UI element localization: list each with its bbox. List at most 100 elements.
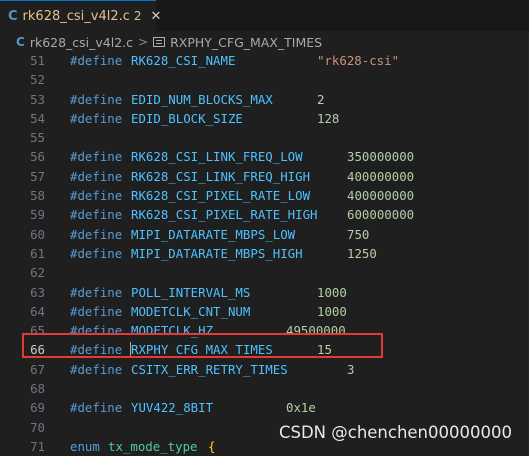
keyword: #define: [70, 53, 123, 68]
line-number: 55: [30, 130, 45, 146]
macro-name: EDID_BLOCK_SIZE: [131, 110, 243, 126]
code-line[interactable]: 53 #define EDID_NUM_BLOCKS_MAX 2: [0, 90, 529, 109]
c-language-icon: C: [8, 8, 18, 24]
line-number: 52: [30, 72, 45, 88]
keyword: #define: [70, 284, 123, 300]
breadcrumb-symbol[interactable]: RXPHY_CFG_MAX_TIMES: [170, 35, 322, 50]
breadcrumb: C rk628_csi_v4l2.c > RXPHY_CFG_MAX_TIMES: [0, 31, 529, 53]
string-value: "rk628-csi": [317, 53, 400, 68]
code-line[interactable]: 51 #define RK628_CSI_NAME "rk628-csi": [0, 51, 529, 70]
editor-tab-bar: C rk628_csi_v4l2.c 2 ✕: [0, 0, 529, 31]
macro-name: MIPI_DATARATE_MBPS_LOW: [131, 226, 296, 242]
line-number: 64: [30, 303, 45, 319]
keyword: #define: [70, 361, 123, 377]
numeric-value: 400000000: [347, 188, 415, 204]
line-number: 60: [30, 226, 45, 242]
code-line[interactable]: 58 #define RK628_CSI_PIXEL_RATE_LOW 4000000…: [0, 186, 529, 205]
numeric-value: 1250: [347, 245, 377, 261]
breadcrumb-file[interactable]: rk628_csi_v4l2.c: [30, 35, 133, 50]
keyword: enum: [70, 438, 100, 454]
line-number: 68: [30, 381, 45, 397]
line-number: 53: [30, 91, 45, 107]
code-line[interactable]: 66 #define RXPHY_CFG_MAX_TIMES 15: [0, 340, 529, 359]
macro-name: YUV422_8BIT: [131, 400, 214, 416]
macro-name: RK628_CSI_LINK_FREQ_LOW: [131, 149, 303, 165]
numeric-value: 350000000: [347, 149, 415, 165]
code-line[interactable]: 62: [0, 263, 529, 282]
close-icon[interactable]: ✕: [151, 9, 162, 24]
keyword: #define: [70, 149, 123, 165]
constant-symbol-icon: [153, 37, 166, 47]
keyword: #define: [70, 110, 123, 126]
numeric-value: 1000: [317, 303, 347, 319]
code-line[interactable]: 52: [0, 70, 529, 89]
line-number: 56: [30, 149, 45, 165]
code-line[interactable]: 68: [0, 379, 529, 398]
code-line[interactable]: 69 #define YUV422_8BIT 0x1e: [0, 398, 529, 417]
text-cursor: [130, 342, 131, 358]
macro-name: MODETCLK_CNT_NUM: [131, 303, 251, 319]
code-line[interactable]: 57 #define RK628_CSI_LINK_FREQ_HIGH 4000000…: [0, 167, 529, 186]
numeric-value: 2: [317, 91, 325, 107]
macro-name: EDID_NUM_BLOCKS_MAX: [131, 91, 273, 107]
brace: {: [208, 438, 216, 454]
line-number: 59: [30, 207, 45, 223]
line-number: 63: [30, 284, 45, 300]
numeric-value: 600000000: [347, 207, 415, 223]
macro-name: MIPI_DATARATE_MBPS_HIGH: [131, 245, 303, 261]
code-line[interactable]: 63 #define POLL_INTERVAL_MS 1000: [0, 283, 529, 302]
keyword: #define: [70, 188, 123, 204]
line-number: 66: [30, 342, 45, 358]
macro-name: RK628_CSI_NAME: [131, 53, 236, 68]
keyword: #define: [70, 323, 123, 339]
keyword: #define: [70, 91, 123, 107]
line-number: 61: [30, 245, 45, 261]
code-line[interactable]: 64 #define MODETCLK_CNT_NUM 1000: [0, 302, 529, 321]
keyword: #define: [70, 342, 123, 358]
line-number: 70: [30, 419, 45, 435]
line-number: 51: [30, 53, 45, 68]
code-line[interactable]: 55: [0, 128, 529, 147]
numeric-value: 1000: [317, 284, 347, 300]
code-line[interactable]: 54 #define EDID_BLOCK_SIZE 128: [0, 109, 529, 128]
line-number: 54: [30, 110, 45, 126]
line-number: 69: [30, 400, 45, 416]
keyword: #define: [70, 303, 123, 319]
numeric-value: 750: [347, 226, 370, 242]
keyword: #define: [70, 400, 123, 416]
keyword: #define: [70, 245, 123, 261]
numeric-value: 15: [317, 342, 332, 358]
tab-rk628-csi-v4l2[interactable]: C rk628_csi_v4l2.c 2 ✕: [0, 0, 161, 31]
line-number: 58: [30, 188, 45, 204]
macro-name: RK628_CSI_PIXEL_RATE_HIGH: [131, 207, 318, 223]
breadcrumb-separator: >: [138, 35, 149, 49]
line-number: 62: [30, 265, 45, 281]
macro-name: RK628_CSI_LINK_FREQ_HIGH: [131, 168, 311, 184]
c-language-icon: C: [16, 35, 25, 49]
code-line[interactable]: 59 #define RK628_CSI_PIXEL_RATE_HIGH 600000…: [0, 205, 529, 224]
numeric-value: 49500000: [286, 323, 346, 339]
code-editor[interactable]: 51 #define RK628_CSI_NAME "rk628-csi" 52 53 #d…: [0, 51, 529, 456]
problem-count-badge: 2: [133, 9, 142, 23]
code-line[interactable]: 61 #define MIPI_DATARATE_MBPS_HIGH 1250: [0, 244, 529, 263]
code-line[interactable]: 60 #define MIPI_DATARATE_MBPS_LOW 750: [0, 225, 529, 244]
code-line[interactable]: 65 #define MODETCLK_HZ 49500000: [0, 321, 529, 340]
macro-name: MODETCLK_HZ: [131, 323, 214, 339]
macro-name: RK628_CSI_PIXEL_RATE_LOW: [131, 188, 311, 204]
numeric-value: 128: [317, 110, 340, 126]
line-number: 57: [30, 168, 45, 184]
type-name: tx_mode_type: [108, 438, 198, 454]
watermark: CSDN @chenchen00000000: [278, 423, 512, 442]
keyword: #define: [70, 226, 123, 242]
code-line[interactable]: 67 #define CSITX_ERR_RETRY_TIMES 3: [0, 360, 529, 379]
numeric-value: 0x1e: [286, 400, 316, 416]
code-line[interactable]: 56 #define RK628_CSI_LINK_FREQ_LOW 35000000…: [0, 147, 529, 166]
macro-name: CSITX_ERR_RETRY_TIMES: [131, 361, 288, 377]
numeric-value: 3: [347, 361, 355, 377]
line-number: 71: [30, 438, 45, 454]
keyword: #define: [70, 207, 123, 223]
macro-name: RXPHY_CFG_MAX_TIMES: [131, 342, 273, 358]
keyword: #define: [70, 168, 123, 184]
tab-filename: rk628_csi_v4l2.c: [22, 8, 130, 24]
numeric-value: 400000000: [347, 168, 415, 184]
